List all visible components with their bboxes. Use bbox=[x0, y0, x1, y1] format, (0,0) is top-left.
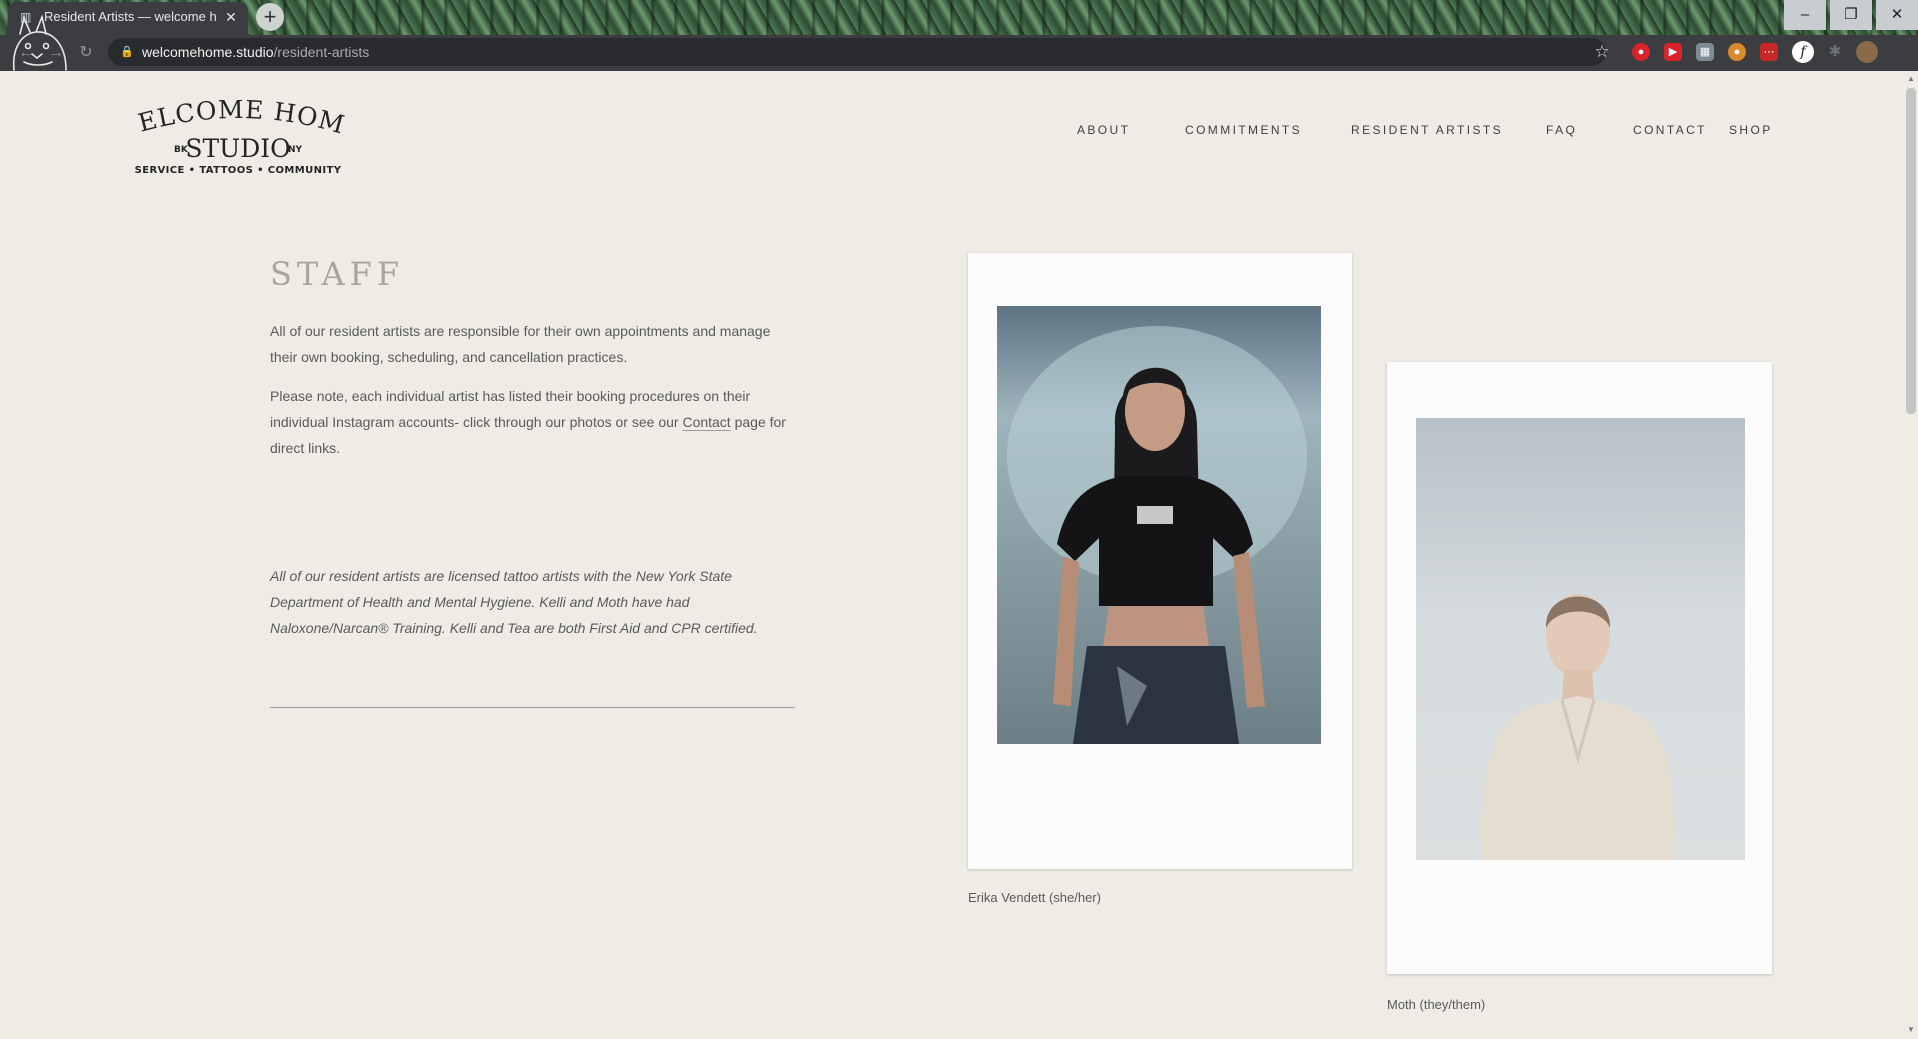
logo-right-mark: NY bbox=[288, 145, 303, 155]
extension-adblock-icon[interactable]: ● bbox=[1632, 43, 1650, 61]
scroll-up-icon[interactable]: ▲ bbox=[1906, 73, 1916, 85]
artist-caption-moth: Moth (they/them) bbox=[1387, 997, 1486, 1012]
extension-dots-icon[interactable]: ⋯ bbox=[1760, 43, 1778, 61]
extension-youtube-icon[interactable]: ▶ bbox=[1664, 43, 1682, 61]
url-text[interactable]: welcomehome.studio/resident-artists bbox=[142, 43, 369, 61]
logo-line-2: STUDIO bbox=[185, 134, 290, 163]
scroll-down-icon[interactable]: ▼ bbox=[1906, 1024, 1916, 1036]
scrollbar-thumb[interactable] bbox=[1906, 88, 1916, 414]
staff-intro: All of our resident artists are responsi… bbox=[270, 323, 771, 365]
extension-grid-icon[interactable]: ▦ bbox=[1696, 43, 1714, 61]
studio-logo[interactable]: WELCOME HOME BK STUDIO NY SERVICE • TATT… bbox=[128, 100, 348, 180]
restore-button[interactable]: ❐ bbox=[1830, 0, 1872, 30]
artist-caption-erika: Erika Vendett (she/her) bbox=[968, 890, 1101, 905]
tab-strip bbox=[0, 0, 1918, 35]
nav-about[interactable]: ABOUT bbox=[1077, 122, 1130, 138]
url-path: /resident-artists bbox=[273, 44, 370, 60]
contact-link[interactable]: Contact bbox=[682, 414, 730, 430]
extensions-puzzle-icon[interactable]: ✱ bbox=[1826, 43, 1844, 61]
page-title: STAFF bbox=[270, 255, 405, 293]
artist-photo-moth[interactable] bbox=[1416, 418, 1745, 860]
url-host: welcomehome.studio bbox=[142, 44, 274, 60]
lock-icon: 🔒 bbox=[120, 46, 134, 58]
logo-tagline: SERVICE • TATTOOS • COMMUNITY bbox=[135, 165, 342, 176]
booking-note-text: Please note, each individual artist has … bbox=[270, 388, 751, 430]
close-window-button[interactable]: ✕ bbox=[1876, 0, 1918, 30]
new-tab-button[interactable]: + bbox=[256, 3, 284, 31]
tab-close-icon[interactable]: ✕ bbox=[222, 8, 240, 26]
staff-booking-note: Please note, each individual artist has … bbox=[270, 383, 794, 461]
bookmark-star-icon[interactable]: ☆ bbox=[1592, 42, 1612, 62]
artist-photo-erika[interactable] bbox=[997, 306, 1321, 744]
minimize-button[interactable]: – bbox=[1784, 0, 1826, 30]
licensing-note: All of our resident artists are licensed… bbox=[270, 568, 758, 636]
profile-avatar[interactable] bbox=[1856, 41, 1878, 63]
nav-shop[interactable]: SHOP bbox=[1729, 122, 1773, 138]
nav-resident-artists[interactable]: RESIDENT ARTISTS bbox=[1351, 122, 1503, 138]
extension-font-icon[interactable]: f bbox=[1792, 41, 1814, 63]
nav-contact[interactable]: CONTACT bbox=[1633, 122, 1707, 138]
nav-faq[interactable]: FAQ bbox=[1546, 122, 1577, 138]
section-divider bbox=[270, 707, 795, 708]
extension-cookie-icon[interactable]: ● bbox=[1728, 43, 1746, 61]
reload-icon[interactable]: ↻ bbox=[74, 41, 98, 65]
nav-commitments[interactable]: COMMITMENTS bbox=[1185, 122, 1302, 138]
tab-doodle-icon bbox=[12, 14, 67, 71]
